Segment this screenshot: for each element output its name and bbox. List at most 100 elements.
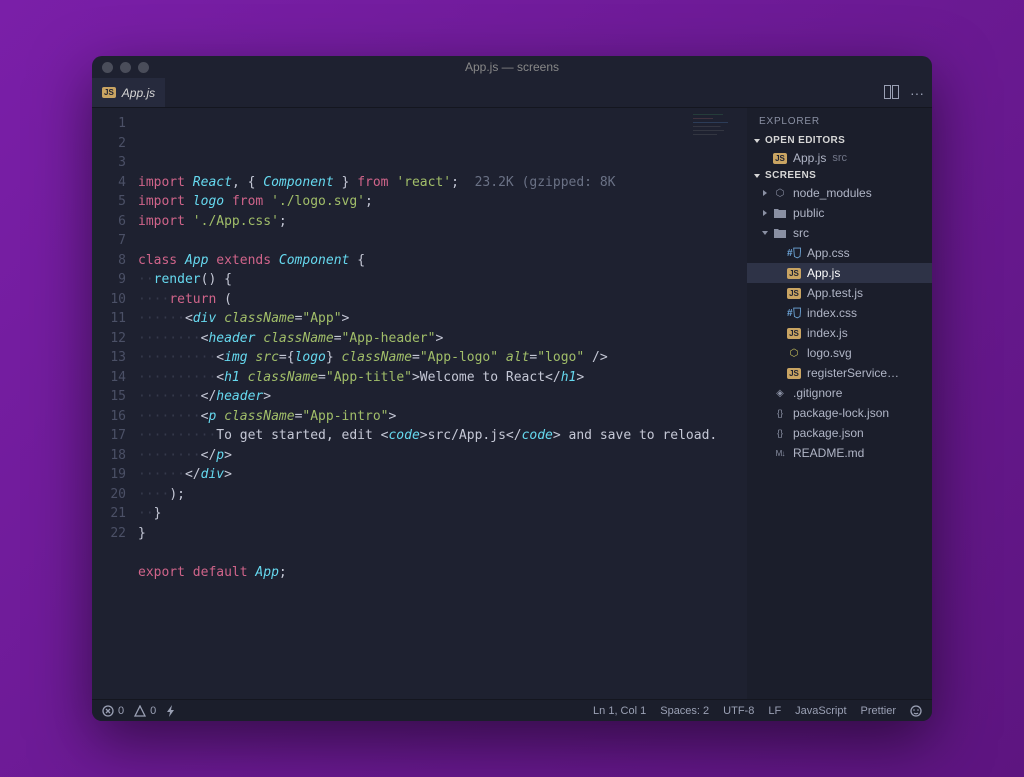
line-number: 4 (92, 173, 126, 193)
line-number: 12 (92, 329, 126, 349)
line-number: 19 (92, 465, 126, 485)
editor-tabs-row: JS App.js ··· (92, 78, 932, 108)
file-item[interactable]: package.json (747, 423, 932, 443)
code-line[interactable]: ··render() { (138, 270, 747, 290)
line-number: 18 (92, 446, 126, 466)
file-item[interactable]: .gitignore (747, 383, 932, 403)
file-name: App.js (807, 266, 840, 280)
status-language[interactable]: JavaScript (795, 705, 846, 717)
code-line[interactable]: import logo from './logo.svg'; (138, 192, 747, 212)
code-line[interactable]: ········<header className="App-header"> (138, 329, 747, 349)
status-eol[interactable]: LF (768, 705, 781, 717)
status-formatter[interactable]: Prettier (861, 705, 896, 717)
file-name: package-lock.json (793, 406, 889, 420)
folder-item[interactable]: node_modules (747, 183, 932, 203)
code-editor[interactable]: 12345678910111213141516171819202122 impo… (92, 108, 747, 699)
code-line[interactable]: import './App.css'; (138, 212, 747, 232)
code-line[interactable]: class App extends Component { (138, 251, 747, 271)
status-encoding[interactable]: UTF-8 (723, 705, 754, 717)
code-line[interactable]: ······</div> (138, 465, 747, 485)
status-errors[interactable]: 0 (102, 705, 124, 717)
file-item[interactable]: index.css (747, 303, 932, 323)
css-file-icon (787, 246, 801, 260)
file-item[interactable]: JSApp.js src (747, 148, 932, 168)
markdown-file-icon (773, 446, 787, 460)
folder-icon (773, 206, 787, 220)
line-number: 5 (92, 192, 126, 212)
code-line[interactable]: ··········<img src={logo} className="App… (138, 348, 747, 368)
file-item[interactable]: package-lock.json (747, 403, 932, 423)
line-number: 16 (92, 407, 126, 427)
code-line[interactable]: ········</p> (138, 446, 747, 466)
status-indent[interactable]: Spaces: 2 (660, 705, 709, 717)
more-actions-icon[interactable]: ··· (910, 85, 924, 101)
minimap[interactable] (693, 112, 743, 152)
file-item[interactable]: logo.svg (747, 343, 932, 363)
file-name: registerService… (807, 366, 899, 380)
js-file-icon: JS (787, 286, 801, 300)
code-line[interactable]: } (138, 524, 747, 544)
gitignore-icon (773, 386, 787, 400)
file-name: App.js (793, 151, 826, 165)
file-name: public (793, 206, 824, 220)
file-item[interactable]: App.css (747, 243, 932, 263)
code-line[interactable]: ········<p className="App-intro"> (138, 407, 747, 427)
split-editor-icon[interactable] (884, 85, 900, 101)
folder-icon (773, 226, 787, 240)
file-name: node_modules (793, 186, 872, 200)
file-path-hint: src (832, 152, 847, 164)
status-warnings[interactable]: 0 (134, 705, 156, 717)
js-file-icon: JS (787, 266, 801, 280)
line-number: 1 (92, 114, 126, 134)
code-line[interactable]: import React, { Component } from 'react'… (138, 173, 747, 193)
code-line[interactable] (138, 582, 747, 602)
file-item[interactable]: JSApp.test.js (747, 283, 932, 303)
file-name: App.css (807, 246, 850, 260)
explorer-section-header[interactable]: SCREENS (747, 168, 932, 183)
line-number: 17 (92, 426, 126, 446)
code-line[interactable]: ······<div className="App"> (138, 309, 747, 329)
window-title: App.js — screens (92, 60, 932, 74)
file-name: README.md (793, 446, 864, 460)
explorer-section-header[interactable]: OPEN EDITORS (747, 133, 932, 148)
code-line[interactable]: ········</header> (138, 387, 747, 407)
js-file-icon: JS (102, 87, 116, 98)
tab-app-js[interactable]: JS App.js (92, 78, 165, 107)
chevron-icon (763, 210, 767, 216)
line-number: 10 (92, 290, 126, 310)
line-number: 22 (92, 524, 126, 544)
folder-item[interactable]: src (747, 223, 932, 243)
css-file-icon (787, 306, 801, 320)
file-item[interactable]: JSindex.js (747, 323, 932, 343)
bolt-icon[interactable] (166, 705, 176, 717)
line-number: 7 (92, 231, 126, 251)
minimize-window-button[interactable] (120, 62, 131, 73)
code-line[interactable]: ····); (138, 485, 747, 505)
line-number: 3 (92, 153, 126, 173)
code-line[interactable] (138, 231, 747, 251)
file-name: logo.svg (807, 346, 852, 360)
svg-file-icon (787, 346, 801, 360)
zoom-window-button[interactable] (138, 62, 149, 73)
file-item[interactable]: README.md (747, 443, 932, 463)
explorer-sidebar: EXPLORER OPEN EDITORSJSApp.js srcSCREENS… (747, 108, 932, 699)
file-name: index.css (807, 306, 857, 320)
file-item[interactable]: JS App.js (747, 263, 932, 283)
code-line[interactable] (138, 543, 747, 563)
close-window-button[interactable] (102, 62, 113, 73)
file-name: src (793, 226, 809, 240)
titlebar[interactable]: App.js — screens (92, 56, 932, 78)
folder-item[interactable]: public (747, 203, 932, 223)
code-area[interactable]: import React, { Component } from 'react'… (138, 108, 747, 699)
feedback-icon[interactable] (910, 705, 922, 717)
code-line[interactable]: ····return ( (138, 290, 747, 310)
file-item[interactable]: JSregisterService… (747, 363, 932, 383)
file-name: index.js (807, 326, 848, 340)
status-cursor-position[interactable]: Ln 1, Col 1 (593, 705, 646, 717)
code-line[interactable]: export default App; (138, 563, 747, 583)
node-modules-icon (773, 186, 787, 200)
code-line[interactable]: ··········<h1 className="App-title">Welc… (138, 368, 747, 388)
code-line[interactable]: ··········To get started, edit <code>src… (138, 426, 747, 446)
json-file-icon (773, 426, 787, 440)
code-line[interactable]: ··} (138, 504, 747, 524)
